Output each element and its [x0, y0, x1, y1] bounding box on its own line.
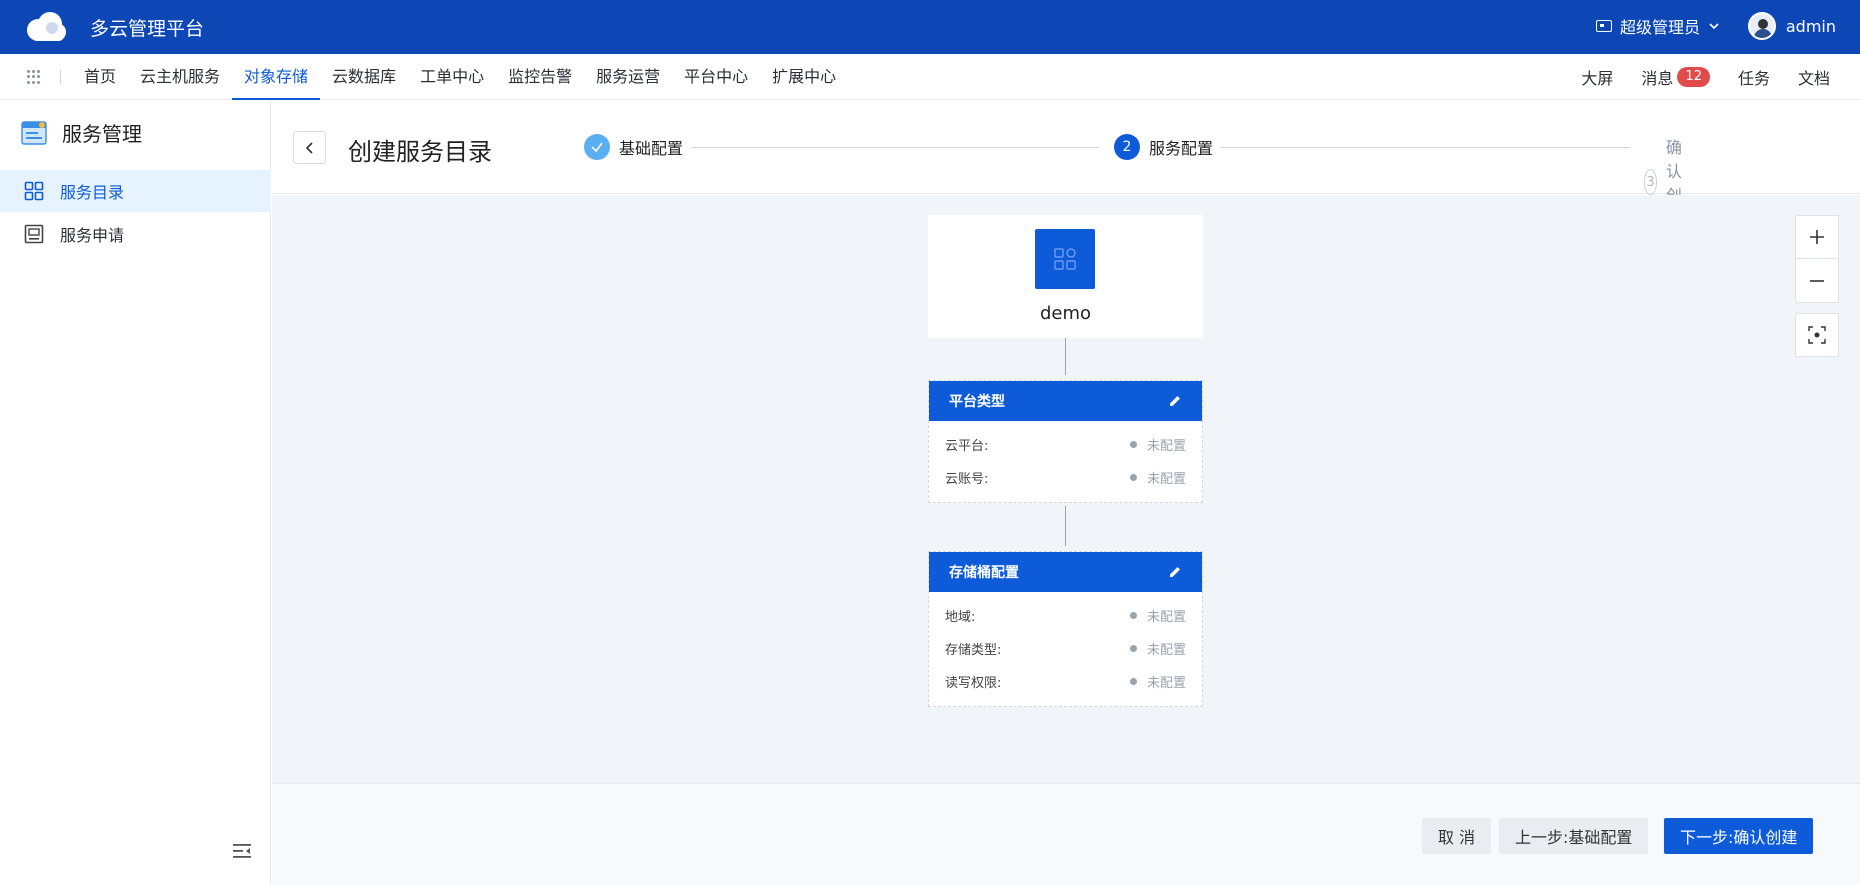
- cancel-button[interactable]: 取 消: [1422, 818, 1492, 854]
- row-status: 未配置: [1129, 606, 1186, 625]
- card-row-region: 地域: 未配置: [929, 599, 1202, 632]
- chevron-down-icon: [1709, 23, 1719, 30]
- chevron-left-icon: [305, 141, 313, 154]
- cloud-logo-icon: [27, 12, 66, 41]
- sidebar-item-service-request[interactable]: 服务申请: [0, 213, 271, 255]
- service-catalog-icon: [21, 120, 47, 145]
- row-value: 未配置: [1146, 472, 1186, 487]
- big-screen-link[interactable]: 大屏: [1581, 65, 1613, 89]
- row-status: 未配置: [1129, 468, 1186, 487]
- platform-type-card: 平台类型 云平台: 未配置 云账号: 未配置: [928, 380, 1203, 503]
- step-label: 服务配置: [1149, 139, 1214, 158]
- app-grid-icon[interactable]: [27, 70, 41, 84]
- edit-pencil-icon[interactable]: [1168, 394, 1182, 408]
- sidebar-title: 服务管理: [62, 122, 142, 146]
- row-value: 未配置: [1146, 610, 1186, 625]
- fit-center-icon: [1808, 326, 1826, 344]
- card-title: 平台类型: [949, 394, 1005, 410]
- nav-item-cloud-host[interactable]: 云主机服务: [128, 54, 232, 100]
- card-row-cloud-platform: 云平台: 未配置: [929, 428, 1202, 461]
- step-number: 3: [1644, 169, 1657, 195]
- check-icon: [584, 134, 610, 160]
- root-node[interactable]: demo: [928, 215, 1203, 338]
- role-switcher[interactable]: 超级管理员: [1595, 14, 1720, 38]
- bucket-config-card: 存储桶配置 地域: 未配置 存储类型: 未配置 读写权限: 未配置: [928, 551, 1203, 707]
- row-status: 未配置: [1129, 639, 1186, 658]
- nav-item-service-ops[interactable]: 服务运营: [584, 54, 672, 100]
- card-title: 存储桶配置: [949, 565, 1019, 581]
- back-button[interactable]: [293, 131, 326, 164]
- nav-item-ticket-center[interactable]: 工单中心: [408, 54, 496, 100]
- step-basic-config: 基础配置: [584, 134, 683, 160]
- row-value: 未配置: [1146, 676, 1186, 691]
- root-node-label: demo: [1039, 303, 1092, 324]
- content-header: 创建服务目录 基础配置 2 服务配置 3 确认创建: [272, 100, 1860, 229]
- fit-view-button[interactable]: [1795, 313, 1839, 357]
- user-name: admin: [1785, 16, 1836, 36]
- zoom-out-button[interactable]: [1795, 259, 1839, 303]
- sidebar-item-label: 服务目录: [60, 183, 125, 202]
- minus-icon: [1810, 279, 1824, 282]
- flow-connector: [1065, 506, 1066, 546]
- step-service-config: 2 服务配置: [1114, 134, 1213, 160]
- card-row-rw-permission: 读写权限: 未配置: [929, 665, 1202, 698]
- sidebar: 服务管理 服务目录 服务申请: [0, 100, 271, 885]
- role-label: 超级管理员: [1619, 18, 1700, 37]
- nav-item-object-storage[interactable]: 对象存储: [232, 54, 321, 100]
- row-label: 存储类型:: [945, 643, 1002, 658]
- row-value: 未配置: [1146, 643, 1186, 658]
- step-label: 基础配置: [619, 139, 684, 158]
- app-grid-icon: [1035, 229, 1095, 289]
- nav-item-extension-center[interactable]: 扩展中心: [760, 54, 848, 100]
- card-row-cloud-account: 云账号: 未配置: [929, 461, 1202, 494]
- prev-step-button[interactable]: 上一步:基础配置: [1499, 818, 1649, 854]
- avatar: [1747, 12, 1776, 40]
- row-label: 云平台:: [945, 439, 989, 454]
- messages-label: 消息: [1641, 69, 1674, 88]
- sidebar-item-label: 服务申请: [60, 226, 125, 245]
- step-connector: [691, 147, 1099, 148]
- stepper: 基础配置 2 服务配置 3 确认创建: [584, 134, 1682, 229]
- user-menu[interactable]: admin: [1747, 12, 1836, 40]
- next-step-button[interactable]: 下一步:确认创建: [1664, 818, 1814, 854]
- docs-link[interactable]: 文档: [1798, 65, 1830, 89]
- card-row-storage-type: 存储类型: 未配置: [929, 632, 1202, 665]
- row-value: 未配置: [1146, 439, 1186, 454]
- nav-item-cloud-database[interactable]: 云数据库: [320, 54, 408, 100]
- nav-item-platform-center[interactable]: 平台中心: [672, 54, 760, 100]
- request-form-icon: [24, 224, 44, 244]
- step-number: 2: [1114, 134, 1140, 160]
- card-header: 存储桶配置: [929, 552, 1202, 592]
- app-title: 多云管理平台: [90, 18, 205, 40]
- plus-icon: [1810, 230, 1824, 244]
- zoom-in-button[interactable]: [1795, 215, 1839, 259]
- main-nav: 首页 云主机服务 对象存储 云数据库 工单中心 监控告警 服务运营 平台中心 扩…: [0, 54, 1860, 100]
- sidebar-header: 服务管理: [20, 118, 142, 147]
- grid-icon: [24, 181, 44, 201]
- flow-canvas: demo 平台类型 云平台: 未配置 云账号: 未配置 存储桶配置 地域: 未配…: [272, 195, 1860, 783]
- row-label: 读写权限:: [945, 676, 1002, 691]
- row-label: 云账号:: [945, 472, 989, 487]
- row-status: 未配置: [1129, 672, 1186, 691]
- message-count-badge: 12: [1677, 67, 1710, 87]
- row-label: 地域:: [945, 610, 976, 625]
- nav-divider: [60, 70, 61, 84]
- id-card-icon: [1595, 20, 1612, 32]
- sidebar-item-service-catalog[interactable]: 服务目录: [0, 170, 271, 212]
- nav-item-home[interactable]: 首页: [72, 54, 128, 100]
- card-header: 平台类型: [929, 381, 1202, 421]
- footer-actions: 取 消 上一步:基础配置 下一步:确认创建: [272, 783, 1860, 885]
- flow-connector: [1065, 338, 1066, 375]
- zoom-toolbar: [1795, 215, 1839, 357]
- row-status: 未配置: [1129, 435, 1186, 454]
- step-connector: [1220, 147, 1630, 148]
- top-header: 多云管理平台 超级管理员 admin: [0, 0, 1860, 54]
- messages-link[interactable]: 消息 12: [1641, 65, 1710, 89]
- nav-item-monitoring[interactable]: 监控告警: [496, 54, 584, 100]
- page-title: 创建服务目录: [348, 138, 492, 166]
- tasks-link[interactable]: 任务: [1738, 65, 1770, 89]
- edit-pencil-icon[interactable]: [1168, 565, 1182, 579]
- collapse-sidebar-icon[interactable]: [232, 842, 252, 860]
